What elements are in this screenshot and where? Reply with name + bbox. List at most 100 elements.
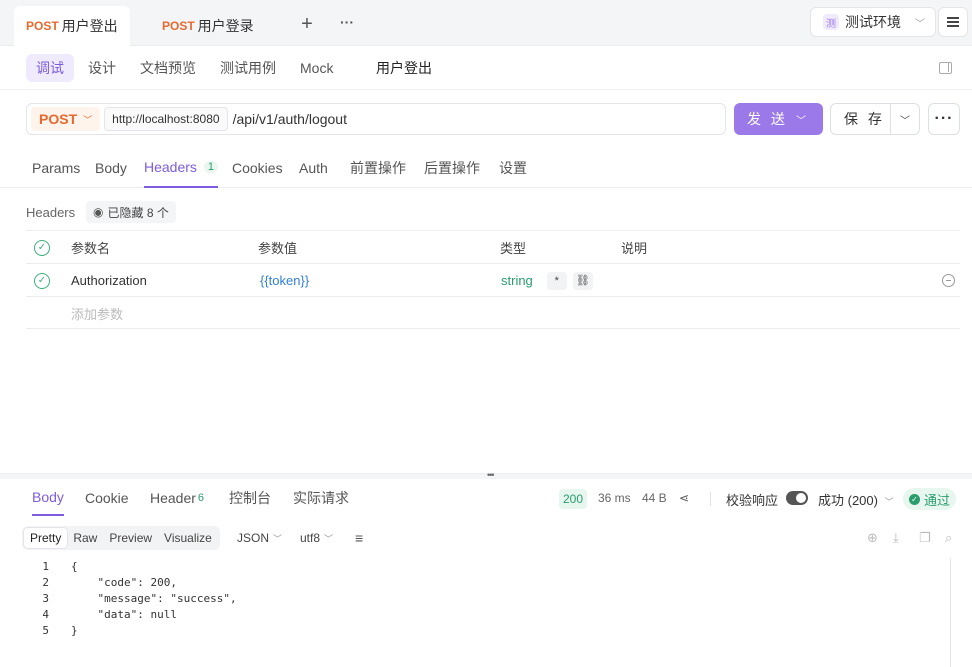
environment-icon: 测 xyxy=(823,14,839,30)
line-number: 1 xyxy=(42,559,49,573)
format-visualize[interactable]: Visualize xyxy=(158,528,218,548)
chevron-down-icon: ﹀ xyxy=(884,497,894,507)
tab-user-login[interactable]: POST 用户登录 xyxy=(150,6,266,46)
panel-splitter[interactable] xyxy=(0,473,972,479)
subnav-debug[interactable]: 调试 xyxy=(26,54,74,82)
menu-button[interactable] xyxy=(938,7,968,37)
subnav-doc-preview[interactable]: 文档预览 xyxy=(130,54,206,82)
environment-select[interactable]: 测 测试环境 ﹀ xyxy=(810,7,936,37)
tab-label: 用户登录 xyxy=(197,18,254,34)
subnav-design[interactable]: 设计 xyxy=(78,54,126,82)
column-header-description: 说明 xyxy=(621,241,648,256)
environment-label: 测试环境 xyxy=(845,14,901,30)
send-label: 发 送 xyxy=(747,111,788,127)
table-row: ✓ Authorization {{token}} string * ⛓ xyxy=(26,263,960,296)
column-header-name: 参数名 xyxy=(71,241,111,256)
tab-settings[interactable]: 设置 xyxy=(499,148,527,188)
column-header-type: 类型 xyxy=(500,241,527,256)
row-enable-checkbox[interactable]: ✓ xyxy=(34,272,50,289)
link-icon[interactable]: ⛓ xyxy=(572,271,593,290)
tab-auth[interactable]: Auth xyxy=(299,148,328,188)
format-select-label: JSON xyxy=(237,531,270,545)
param-type[interactable]: string xyxy=(501,273,533,288)
wrap-lines-icon[interactable]: ≡ xyxy=(355,530,363,546)
format-select[interactable]: JSON ﹀ xyxy=(237,531,282,545)
select-all-checkbox[interactable]: ✓ xyxy=(34,239,50,256)
resp-tab-body[interactable]: Body xyxy=(32,480,64,516)
tab-post-ops[interactable]: 后置操作 xyxy=(424,148,480,188)
endpoint-title: 用户登出 xyxy=(376,60,432,76)
tab-label: 用户登出 xyxy=(61,18,118,34)
code-line: 5} xyxy=(0,622,950,638)
more-button[interactable]: ··· xyxy=(928,103,960,135)
code-line: 1{ xyxy=(0,558,950,574)
save-button[interactable]: 保 存 ﹀ xyxy=(830,103,920,135)
chevron-down-icon: ﹀ xyxy=(915,18,925,30)
encoding-select-label: utf8 xyxy=(300,531,321,545)
format-raw[interactable]: Raw xyxy=(67,528,103,548)
format-preview[interactable]: Preview xyxy=(103,528,158,548)
table-row-add: 添加参数 xyxy=(26,296,960,329)
check-circle-icon: ✓ xyxy=(909,493,920,505)
response-size: 44 B xyxy=(642,491,667,505)
resp-tab-cookie[interactable]: Cookie xyxy=(85,480,129,516)
code-line: 2 "code": 200, xyxy=(0,574,950,590)
scroll-top-icon[interactable]: ⊕ xyxy=(867,530,878,546)
tab-headers[interactable]: Headers 1 xyxy=(144,148,219,188)
tab-user-logout[interactable]: POST 用户登出 xyxy=(14,6,130,46)
format-pretty[interactable]: Pretty xyxy=(24,528,68,548)
remove-row-icon[interactable] xyxy=(942,274,955,287)
code-text: "message": "success", xyxy=(71,591,237,605)
resp-header-count: 6 xyxy=(197,492,205,504)
side-panel-icon[interactable] xyxy=(939,62,952,74)
tab-body[interactable]: Body xyxy=(95,148,127,188)
chevron-down-icon[interactable]: ﹀ xyxy=(891,112,919,127)
resp-tab-actual-request[interactable]: 实际请求 xyxy=(293,480,349,516)
code-text: { xyxy=(71,559,78,573)
encoding-select[interactable]: utf8 ﹀ xyxy=(300,531,333,545)
table-header-row: ✓ 参数名 参数值 类型 说明 xyxy=(26,230,960,263)
eye-icon: ◉ xyxy=(93,205,104,219)
required-toggle[interactable]: * xyxy=(546,271,567,290)
code-text: "data": null xyxy=(71,607,177,621)
chevron-down-icon: ﹀ xyxy=(324,534,334,544)
hidden-headers-toggle[interactable]: ◉ 已隐藏 8 个 xyxy=(86,201,176,223)
chevron-down-icon: ﹀ xyxy=(273,534,283,544)
drag-handle-icon[interactable]: ••• xyxy=(487,470,495,480)
add-tab-button[interactable]: + xyxy=(295,12,319,36)
method-select[interactable]: POST ﹀ xyxy=(31,107,101,131)
tab-method: POST xyxy=(26,19,59,33)
param-value[interactable]: {{token}} xyxy=(260,264,309,297)
param-name[interactable]: Authorization xyxy=(71,264,147,297)
resp-tab-console[interactable]: 控制台 xyxy=(229,480,271,516)
request-tabs: Params Body Headers 1 Cookies Auth 前置操作 … xyxy=(0,148,972,188)
code-line: 4 "data": null xyxy=(0,606,950,622)
hidden-headers-label: 已隐藏 8 个 xyxy=(107,205,169,220)
copy-icon[interactable]: ❐ xyxy=(919,530,931,546)
tab-cookies[interactable]: Cookies xyxy=(232,148,283,188)
method-label: POST xyxy=(39,111,78,127)
headers-section-title: Headers xyxy=(26,205,76,220)
tab-headers-label: Headers xyxy=(144,159,197,175)
validate-response-toggle[interactable] xyxy=(786,491,808,505)
share-icon[interactable]: ⋖ xyxy=(679,491,689,505)
code-scrollbar[interactable] xyxy=(950,558,951,667)
subnav-test-cases[interactable]: 测试用例 xyxy=(210,54,286,82)
line-number: 2 xyxy=(42,575,49,589)
chevron-down-icon: ﹀ xyxy=(83,114,93,125)
subnav-mock[interactable]: Mock xyxy=(290,54,343,82)
base-url[interactable]: http://localhost:8080 xyxy=(104,107,228,131)
chevron-down-icon[interactable]: ﹀ xyxy=(796,112,806,127)
send-button[interactable]: 发 送 ﹀ xyxy=(734,103,823,135)
success-select[interactable]: 成功 (200) ﹀ xyxy=(818,490,894,509)
tab-more-button[interactable]: ··· xyxy=(335,10,359,34)
download-icon[interactable]: ⤓ xyxy=(893,530,899,546)
tab-pre-ops[interactable]: 前置操作 xyxy=(350,148,406,188)
resp-tab-header[interactable]: Header 6 xyxy=(150,480,204,516)
search-icon[interactable]: ⌕ xyxy=(945,530,952,546)
tab-params[interactable]: Params xyxy=(32,148,80,188)
path-input[interactable]: /api/v1/auth/logout xyxy=(233,111,347,127)
tab-bar: POST 用户登出 POST 用户登录 + ··· 测 测试环境 ﹀ xyxy=(0,0,972,46)
add-param-input[interactable]: 添加参数 xyxy=(71,297,123,330)
divider xyxy=(710,492,711,506)
